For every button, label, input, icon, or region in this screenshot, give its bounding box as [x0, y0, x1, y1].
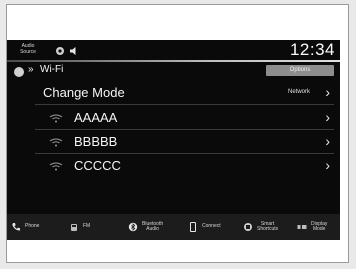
chevron-right-icon: › — [325, 109, 330, 125]
back-chevron-icon[interactable]: » — [28, 64, 34, 75]
network-ssid: BBBBB — [74, 134, 118, 149]
network-ssid: CCCCC — [74, 158, 121, 173]
change-mode-value: Network — [287, 89, 310, 95]
bottom-bar-phone[interactable]: Phone — [11, 214, 39, 240]
audio-source-button[interactable]: Audio Source — [15, 43, 41, 55]
bluetooth-icon — [128, 222, 138, 232]
chevron-right-icon: › — [325, 157, 330, 173]
network-row-aaaaa[interactable]: AAAAA › — [7, 106, 340, 130]
settings-icon[interactable] — [55, 46, 65, 56]
wifi-signal-icon — [49, 162, 63, 171]
chevron-right-icon: › — [325, 84, 330, 100]
bottom-bar-label: Connect — [202, 223, 221, 230]
options-button[interactable]: Options — [266, 65, 334, 76]
bottom-bar-label-line2: Shortcuts — [257, 226, 279, 232]
change-mode-row[interactable]: Change Mode Network › — [7, 81, 340, 105]
bottom-bar-label-line2: Mode — [312, 226, 326, 232]
network-ssid: AAAAA — [74, 110, 118, 125]
row-divider — [35, 104, 334, 105]
bottom-bar-label: Smart Shortcuts — [257, 221, 279, 233]
clock: 12:34 — [289, 40, 335, 59]
bottom-bar-fm[interactable]: FM — [69, 214, 90, 240]
title-bar: » Wi-Fi Options — [7, 62, 340, 79]
chevron-right-icon: › — [325, 133, 330, 149]
audio-source-label-line2: Source — [20, 49, 36, 55]
bottom-bar-label: Display Mode — [311, 221, 327, 233]
change-mode-label: Change Mode — [43, 85, 125, 100]
display-mode-icon — [297, 225, 307, 229]
wifi-signal-icon — [49, 114, 63, 123]
page-title: Wi-Fi — [40, 64, 64, 75]
bottom-bar-label: Bluetooth Audio — [142, 221, 163, 233]
infotainment-screen: Audio Source 12:34 » Wi-Fi Options Chang… — [7, 40, 340, 240]
shortcuts-icon — [244, 223, 252, 231]
home-icon[interactable] — [14, 67, 24, 77]
bottom-bar: Phone FM Bluetooth Audio Connect Smart S… — [7, 214, 340, 240]
radio-icon — [71, 224, 77, 231]
wifi-signal-icon — [49, 138, 63, 147]
smartphone-icon — [190, 222, 196, 232]
network-row-ccccc[interactable]: CCCCC › — [7, 154, 340, 178]
bottom-bar-bluetooth-audio[interactable]: Bluetooth Audio — [128, 214, 163, 240]
bottom-bar-smart-shortcuts[interactable]: Smart Shortcuts — [243, 214, 278, 240]
bottom-bar-label: FM — [83, 223, 91, 230]
phone-icon — [12, 223, 20, 231]
bottom-bar-connect[interactable]: Connect — [188, 214, 221, 240]
volume-icon[interactable] — [69, 46, 79, 56]
bottom-bar-label: Phone — [25, 223, 40, 230]
network-row-bbbbb[interactable]: BBBBB › — [7, 130, 340, 154]
bottom-bar-label-line2: Audio — [146, 226, 159, 232]
bottom-bar-display-mode[interactable]: Display Mode — [297, 214, 327, 240]
